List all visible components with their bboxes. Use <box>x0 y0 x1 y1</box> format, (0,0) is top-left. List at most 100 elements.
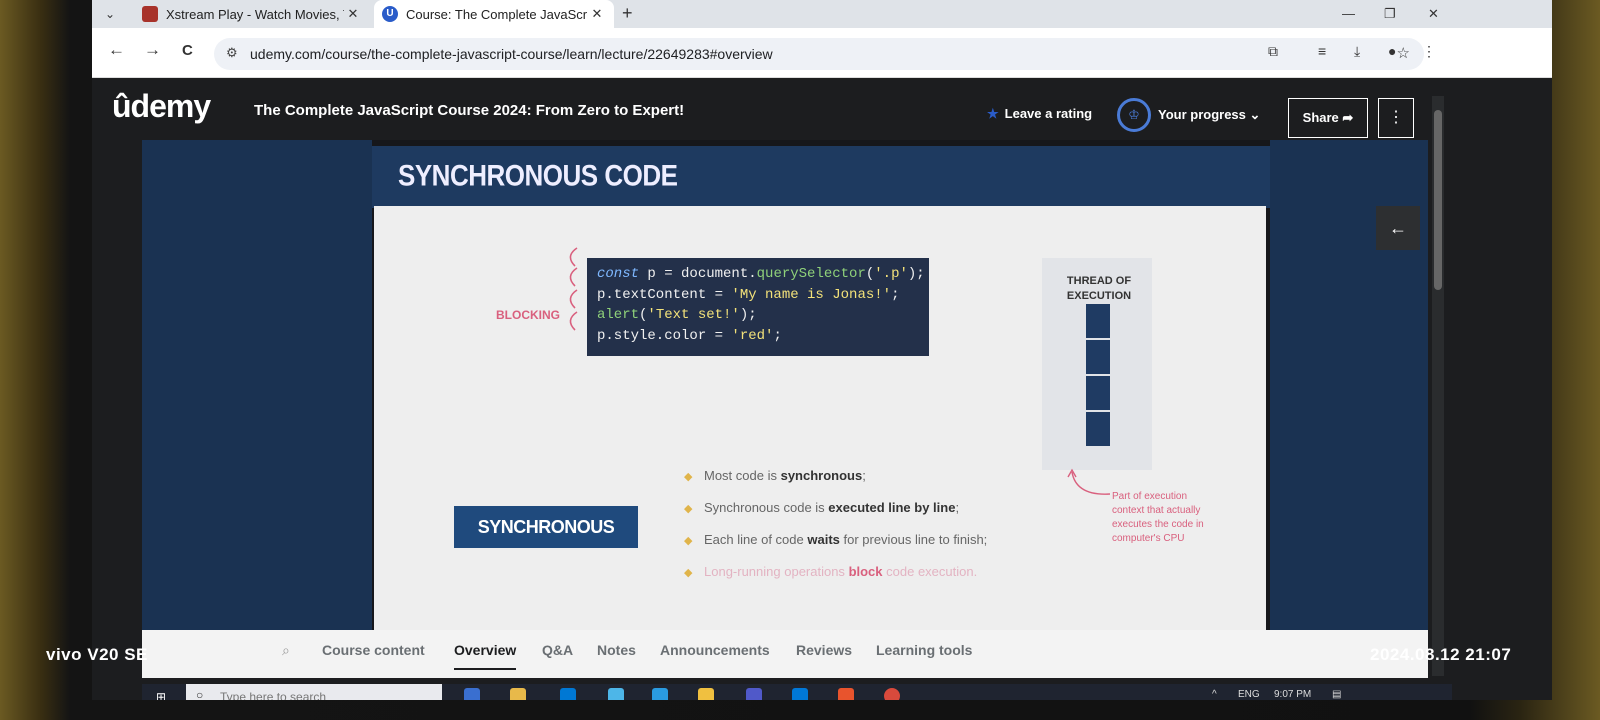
blocking-label: BLOCKING <box>496 308 560 322</box>
bullet-list: ◆ Most code is synchronous; ◆ Synchronou… <box>684 468 1084 596</box>
extensions-icon[interactable]: ⧉ <box>1268 43 1278 60</box>
bullet-icon: ◆ <box>684 503 693 515</box>
bullet-item: ◆ Most code is synchronous; <box>684 468 866 483</box>
video-player[interactable]: SYNCHRONOUS CODE BLOCKING const p = docu… <box>142 140 1428 640</box>
sidebar-toggle-arrow-icon[interactable]: ← <box>1376 206 1420 250</box>
back-button[interactable]: ← <box>108 40 125 60</box>
page-scrollbar[interactable] <box>1432 96 1444 676</box>
rating-label: Leave a rating <box>1004 106 1093 121</box>
progress-trophy-icon[interactable]: ♔ <box>1117 98 1151 132</box>
camera-watermark-device: vivo V20 SE <box>46 645 148 664</box>
bullet-icon: ◆ <box>684 567 693 579</box>
language-indicator[interactable]: ENG <box>1238 689 1260 700</box>
bullet-item: ◆ Each line of code waits for previous l… <box>684 532 988 547</box>
restore-button[interactable]: ❐ <box>1384 6 1396 22</box>
tab-reviews[interactable]: Reviews <box>796 642 852 658</box>
thread-block <box>1086 376 1110 410</box>
bullet-icon: ◆ <box>684 471 693 483</box>
close-tab-icon[interactable]: ✕ <box>588 6 606 22</box>
windows-taskbar: ⊞ ○ Type here to search ^ ENG 9:07 PM ▤ <box>142 684 1452 700</box>
code-line-3: alert('Text set!'); <box>597 307 757 323</box>
thread-label: THREAD OF EXECUTION <box>1066 275 1132 302</box>
tab-qa[interactable]: Q&A <box>542 642 573 658</box>
browser-toolbar: ← → C ⚙ udemy.com/course/the-complete-ja… <box>92 28 1552 78</box>
browser-tab-strip: ⌄ Xstream Play - Watch Movies, T ✕ U Cou… <box>92 0 1552 28</box>
slide-body: BLOCKING const p = document.querySelecto… <box>374 206 1266 640</box>
tab-search-icon[interactable]: ⌄ <box>100 4 120 24</box>
scrollbar-thumb[interactable] <box>1434 110 1442 290</box>
address-bar[interactable]: ⚙ udemy.com/course/the-complete-javascri… <box>214 38 1424 70</box>
browser-tab-udemy[interactable]: U Course: The Complete JavaScrip ✕ <box>374 0 614 28</box>
progress-label: Your progress <box>1158 107 1246 122</box>
bullet-item: ◆ Synchronous code is executed line by l… <box>684 500 960 515</box>
close-tab-icon[interactable]: ✕ <box>344 6 362 22</box>
url-text: udemy.com/course/the-complete-javascript… <box>250 46 773 62</box>
exec-note: Part of execution context that actually … <box>1112 491 1204 544</box>
tab-overview[interactable]: Overview <box>454 642 517 670</box>
tab-course-content[interactable]: Course content <box>322 642 425 658</box>
file-explorer-icon[interactable] <box>510 688 526 700</box>
browser-menu-icon[interactable]: ⋮ <box>1422 43 1436 60</box>
skype-icon[interactable] <box>608 688 624 700</box>
profile-avatar-icon[interactable]: ● <box>1388 43 1396 59</box>
tray-chevron-icon[interactable]: ^ <box>1212 689 1217 700</box>
share-arrow-icon: ➦ <box>1342 110 1354 125</box>
folder-icon[interactable] <box>698 688 714 700</box>
udemy-header: ûdemy The Complete JavaScript Course 202… <box>92 78 1552 140</box>
edge-icon[interactable] <box>652 688 668 700</box>
search-icon[interactable]: ⌕ <box>282 642 290 659</box>
slide-title-bar: SYNCHRONOUS CODE <box>372 146 1270 208</box>
reading-list-icon[interactable]: ≡ <box>1318 43 1326 59</box>
video-letterbox-left <box>142 140 372 640</box>
clock[interactable]: 9:07 PM <box>1274 689 1311 700</box>
camera-watermark-datetime: 2024.08.12 21:07 <box>1370 645 1512 664</box>
store-icon[interactable] <box>560 688 576 700</box>
tab-title: Xstream Play - Watch Movies, T <box>166 6 344 22</box>
notifications-icon[interactable]: ▤ <box>1332 689 1341 700</box>
screen: ⌄ Xstream Play - Watch Movies, T ✕ U Cou… <box>92 0 1552 700</box>
new-tab-button[interactable]: + <box>622 3 633 24</box>
teams-icon[interactable] <box>746 688 762 700</box>
chrome-icon[interactable] <box>884 688 900 700</box>
code-line-1: const p = document.querySelector('.p'); <box>597 266 925 282</box>
tab-learning-tools[interactable]: Learning tools <box>876 642 972 658</box>
thread-block <box>1086 304 1110 338</box>
code-block: const p = document.querySelector('.p'); … <box>587 258 929 356</box>
slide-heading: SYNCHRONOUS CODE <box>398 157 678 193</box>
udemy-logo[interactable]: ûdemy <box>112 88 211 125</box>
close-window-button[interactable]: ✕ <box>1428 6 1439 22</box>
thread-block <box>1086 412 1110 446</box>
reload-button[interactable]: C <box>182 42 193 59</box>
udemy-favicon-icon: U <box>382 6 398 22</box>
course-tabs: ⌕ Course content Overview Q&A Notes Anno… <box>142 630 1428 678</box>
tab-announcements[interactable]: Announcements <box>660 642 770 658</box>
star-icon: ★ <box>987 106 999 121</box>
blocking-arrows-icon <box>569 247 578 331</box>
chevron-down-icon: ⌄ <box>1249 107 1261 122</box>
taskbar-search-box[interactable]: ○ Type here to search <box>186 684 442 700</box>
vscode-icon[interactable] <box>792 688 808 700</box>
forward-button[interactable]: → <box>144 40 161 60</box>
site-info-icon[interactable]: ⚙ <box>226 45 238 61</box>
share-button[interactable]: Share ➦ <box>1288 98 1368 138</box>
windows-start-icon[interactable]: ⊞ <box>156 690 170 700</box>
download-icon[interactable]: ⤓ <box>1354 43 1360 60</box>
search-icon: ○ <box>196 688 204 700</box>
course-title[interactable]: The Complete JavaScript Course 2024: Fro… <box>254 102 684 119</box>
tab-notes[interactable]: Notes <box>597 642 636 658</box>
more-options-button[interactable]: ⋮ <box>1378 98 1414 138</box>
share-label: Share <box>1302 110 1339 125</box>
synchronous-badge: SYNCHRONOUS <box>454 506 638 548</box>
taskbar-search-placeholder: Type here to search <box>220 690 327 700</box>
your-progress-button[interactable]: Your progress ⌄ <box>1158 107 1260 123</box>
tab-title: Course: The Complete JavaScrip <box>406 6 588 22</box>
bookmark-star-icon[interactable]: ☆ <box>1397 44 1410 62</box>
xstream-favicon-icon <box>142 6 158 22</box>
code-line-4: p.style.color = 'red'; <box>597 327 782 344</box>
task-view-icon[interactable] <box>464 688 480 700</box>
browser-tab-xstream[interactable]: Xstream Play - Watch Movies, T ✕ <box>134 0 370 28</box>
minimize-button[interactable]: — <box>1342 6 1355 21</box>
leave-rating-button[interactable]: ★ Leave a rating <box>987 106 1092 122</box>
brave-icon[interactable] <box>838 688 854 700</box>
bullet-item: ◆ Long-running operations block code exe… <box>684 564 978 579</box>
